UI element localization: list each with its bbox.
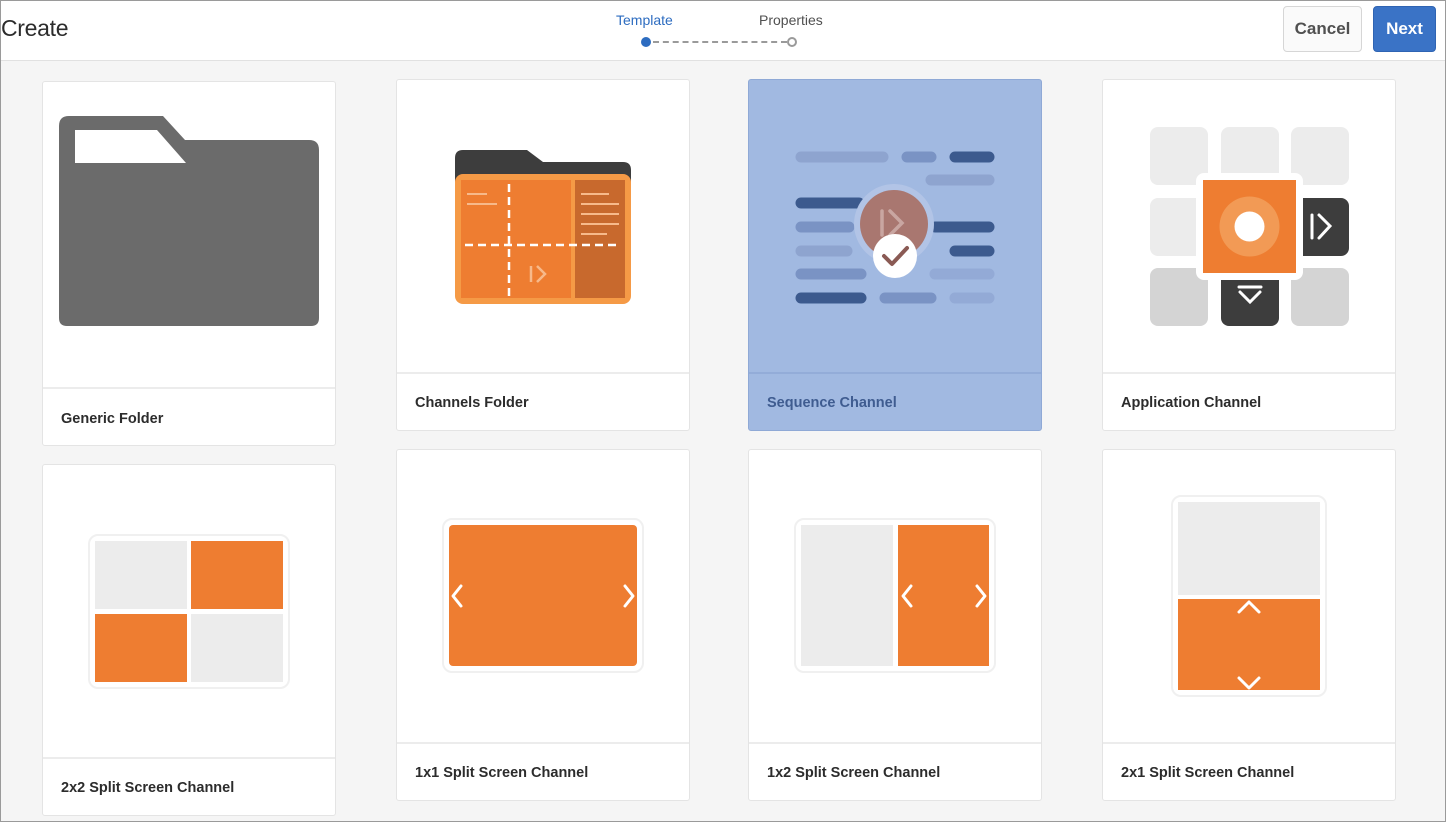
template-card-split-2x1[interactable]: 2x1 Split Screen Channel xyxy=(1102,449,1396,801)
generic-folder-icon xyxy=(59,116,319,326)
template-card-split-1x2[interactable]: 1x2 Split Screen Channel xyxy=(748,449,1042,801)
split-1x2-icon xyxy=(794,518,996,673)
next-button[interactable]: Next xyxy=(1373,6,1436,52)
create-dialog: Create Template Properties Cancel Next G… xyxy=(0,0,1446,822)
split-2x1-icon xyxy=(1171,495,1327,697)
step-properties-dot xyxy=(787,37,797,47)
split-2x2-icon xyxy=(88,534,290,689)
application-channel-icon xyxy=(1150,127,1349,326)
channels-folder-icon xyxy=(455,150,631,304)
cancel-button[interactable]: Cancel xyxy=(1283,6,1362,52)
template-label: 1x1 Split Screen Channel xyxy=(415,765,589,781)
template-label: Application Channel xyxy=(1121,395,1262,411)
template-label: 2x1 Split Screen Channel xyxy=(1121,765,1295,781)
template-card-sequence-channel[interactable]: Sequence Channel xyxy=(748,79,1042,431)
template-label: Sequence Channel xyxy=(767,395,897,411)
sequence-channel-icon xyxy=(795,151,995,304)
template-label: Generic Folder xyxy=(61,411,164,427)
split-1x1-icon xyxy=(442,518,644,673)
step-progress-line xyxy=(653,41,787,43)
template-label: 2x2 Split Screen Channel xyxy=(61,780,235,796)
template-card-split-2x2[interactable]: 2x2 Split Screen Channel xyxy=(42,464,336,816)
template-label: Channels Folder xyxy=(415,395,529,411)
top-bar: Create Template Properties Cancel Next xyxy=(1,1,1445,61)
step-template-dot xyxy=(641,37,651,47)
template-card-application-channel[interactable]: Application Channel xyxy=(1102,79,1396,431)
page-title: Create xyxy=(1,15,69,41)
template-card-channels-folder[interactable]: Channels Folder xyxy=(396,79,690,431)
template-card-generic-folder[interactable]: Generic Folder xyxy=(42,81,336,446)
template-card-split-1x1[interactable]: 1x1 Split Screen Channel xyxy=(396,449,690,801)
step-properties-label: Properties xyxy=(759,12,823,28)
template-label: 1x2 Split Screen Channel xyxy=(767,765,941,781)
step-template-label: Template xyxy=(616,12,673,28)
